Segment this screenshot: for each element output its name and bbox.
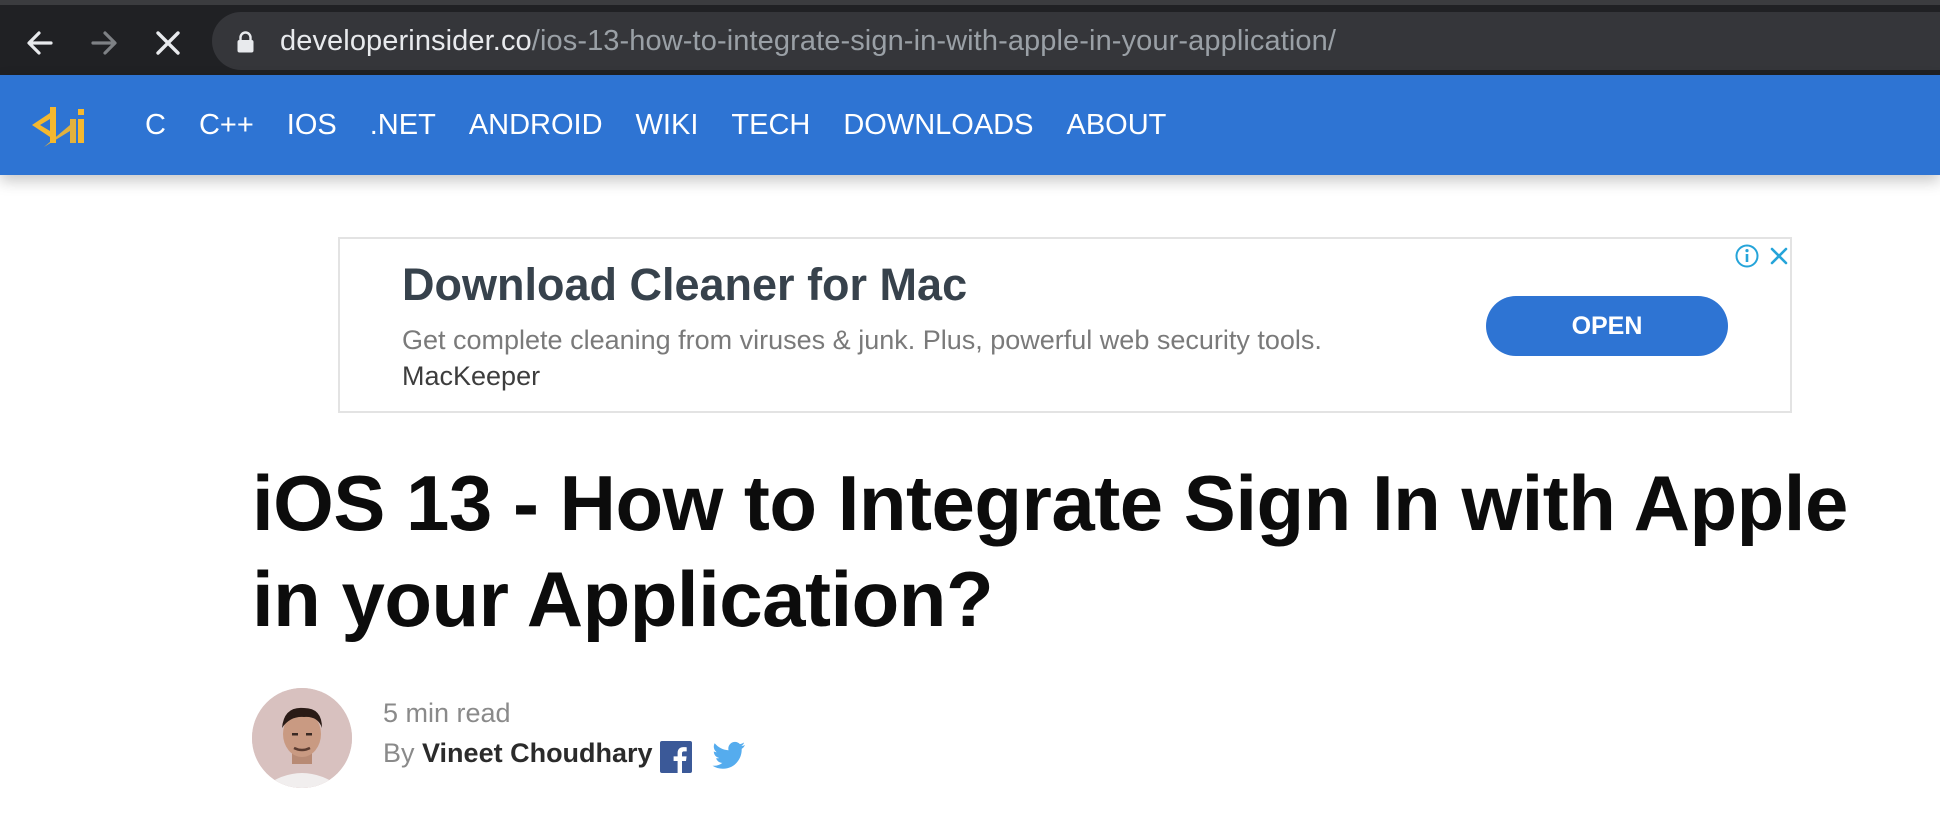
nav-item-downloads[interactable]: DOWNLOADS <box>843 109 1033 142</box>
main-nav: C C++ IOS .NET ANDROID WIKI TECH DOWNLOA… <box>145 75 1199 175</box>
ad-description: Get complete cleaning from viruses & jun… <box>402 325 1322 355</box>
nav-item-dotnet[interactable]: .NET <box>370 109 436 142</box>
read-time: 5 min read <box>383 698 511 728</box>
author-name[interactable]: Vineet Choudhary <box>422 738 653 768</box>
ad-open-button[interactable]: OPEN <box>1486 296 1728 356</box>
nav-item-tech[interactable]: TECH <box>731 109 810 142</box>
nav-item-c[interactable]: C <box>145 109 166 142</box>
byline: By Vineet Choudhary <box>383 738 653 769</box>
stop-loading-button[interactable] <box>148 23 188 63</box>
arrow-right-icon <box>91 31 117 55</box>
browser-toolbar: developerinsider.co/ios-13-how-to-integr… <box>0 0 1940 75</box>
arrow-left-icon <box>27 31 53 55</box>
info-icon[interactable] <box>1734 243 1760 269</box>
url-domain: developerinsider.co <box>280 25 532 57</box>
article-title: iOS 13 - How to Integrate Sign In with A… <box>252 459 1848 643</box>
forward-button[interactable] <box>84 23 124 63</box>
developerinsider-logo[interactable] <box>30 103 86 147</box>
ad-brand: MacKeeper <box>402 361 541 391</box>
back-button[interactable] <box>20 23 60 63</box>
url-path: /ios-13-how-to-integrate-sign-in-with-ap… <box>531 25 1337 57</box>
nav-item-ios[interactable]: IOS <box>287 109 337 142</box>
facebook-icon[interactable] <box>660 741 692 773</box>
url-text[interactable]: developerinsider.co/ios-13-how-to-integr… <box>280 24 1336 58</box>
site-header: C C++ IOS .NET ANDROID WIKI TECH DOWNLOA… <box>0 75 1940 175</box>
close-icon[interactable] <box>1766 243 1792 269</box>
close-icon <box>156 31 180 55</box>
nav-item-android[interactable]: ANDROID <box>469 109 603 142</box>
ad-title[interactable]: Download Cleaner for Mac <box>402 259 967 311</box>
lock-icon <box>237 31 254 53</box>
by-label: By <box>383 738 415 768</box>
author-avatar[interactable] <box>252 688 352 788</box>
nav-item-cpp[interactable]: C++ <box>199 109 254 142</box>
twitter-icon[interactable] <box>712 741 746 771</box>
nav-item-about[interactable]: ABOUT <box>1066 109 1166 142</box>
ad-banner[interactable]: Download Cleaner for Mac Get complete cl… <box>338 237 1792 413</box>
address-bar[interactable]: developerinsider.co/ios-13-how-to-integr… <box>212 12 1940 70</box>
author-photo <box>252 688 352 788</box>
nav-item-wiki[interactable]: WIKI <box>636 109 699 142</box>
